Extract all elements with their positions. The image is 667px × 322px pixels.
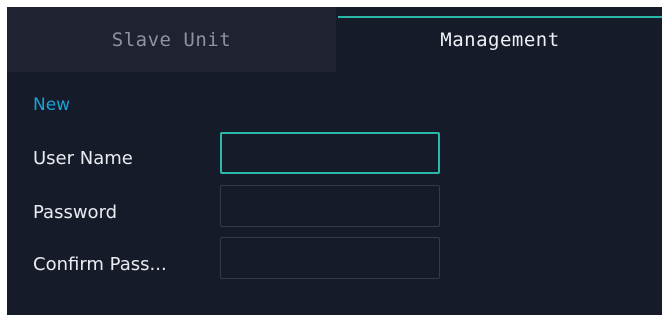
confirm-password-input[interactable] <box>220 237 440 279</box>
section-title-new: New <box>33 95 71 115</box>
tab-bar: Slave Unit Management <box>7 7 662 72</box>
confirm-password-label: Confirm Pass... <box>33 254 167 275</box>
password-label: Password <box>33 202 118 223</box>
management-panel: Slave Unit Management New User Name Pass… <box>7 7 662 315</box>
tab-slave-unit[interactable]: Slave Unit <box>7 7 336 72</box>
user-name-label: User Name <box>33 148 133 169</box>
password-input[interactable] <box>220 185 440 227</box>
active-tab-indicator <box>338 16 662 18</box>
user-name-input[interactable] <box>220 132 440 174</box>
